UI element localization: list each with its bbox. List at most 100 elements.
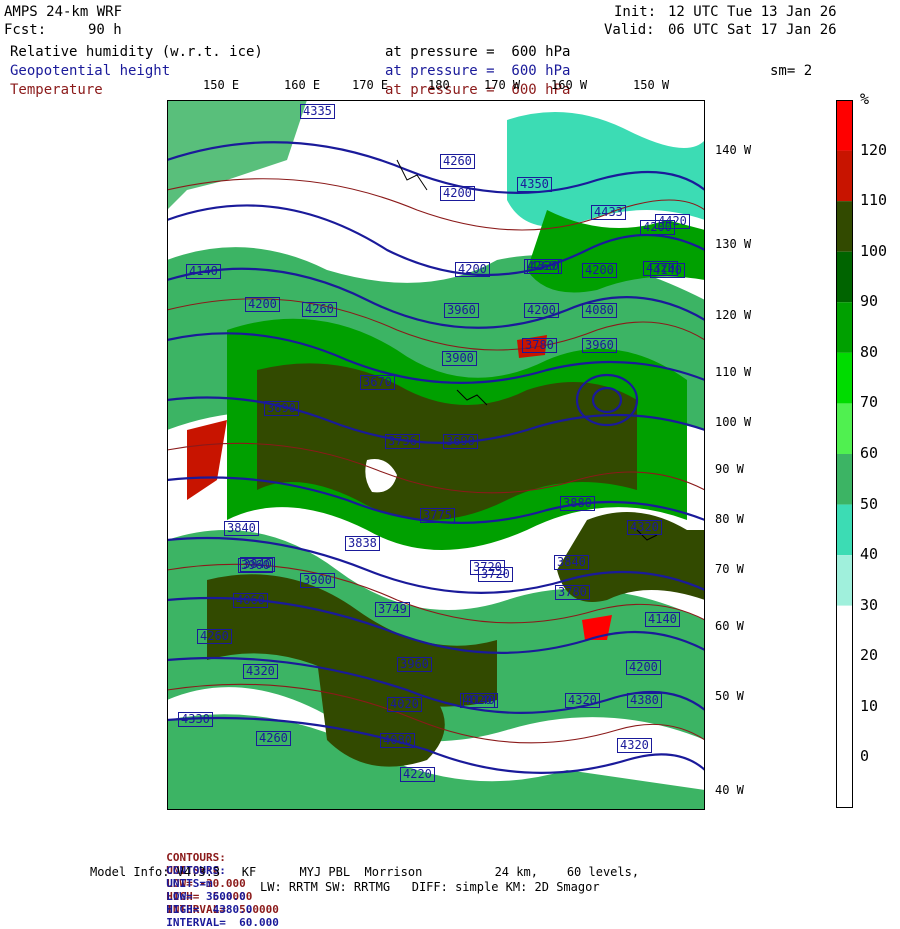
lon-label-50w: 50 W [715,689,744,703]
colorbar [836,100,853,808]
height-contour-label: 4200 [440,186,475,201]
height-contour-label: 4380 [627,693,662,708]
height-contour-label: 4140 [186,264,221,279]
colorbar-cell [836,201,853,252]
height-contour-high: HIGH= 4380.0 [166,903,253,916]
colorbar-cell [836,454,853,505]
height-contour-label: 4200 [455,262,490,277]
colorbar-tick-label: 30 [860,595,879,614]
lon-label-100w: 100 W [715,415,752,429]
height-contour-label: 4080 [582,303,617,318]
height-contour-label: 3960 [397,657,432,672]
colorbar-tick-label: 70 [860,393,879,412]
height-contour-label: 4200 [582,263,617,278]
height-contour-label: 4260 [302,302,337,317]
lon-label-160e: 160 E [284,78,321,92]
colorbar-cell [836,150,853,202]
colorbar-cell [836,504,853,556]
height-contour-label: 3960 [238,558,273,573]
forecast-label: Fcst: [4,22,47,38]
height-contour-label: 3840 [224,521,259,536]
colorbar-tick-label: 50 [860,494,879,513]
lon-label-110w: 110 W [715,365,752,379]
height-contour-label: 4200 [245,297,280,312]
height-contour-label: 3780 [522,338,557,353]
height-contour-label: 4220 [400,767,435,782]
height-contour-label: 4140 [645,612,680,627]
field-height-name: Geopotential height [10,63,171,79]
height-contour-label: 4330 [178,712,213,727]
height-contour-label: 3840 [554,555,589,570]
height-contour-label: 4335 [300,104,335,119]
lon-label-180: 180 [428,78,450,92]
height-contour-label: 3775 [420,508,455,523]
height-contour-label: 3736 [385,434,420,449]
height-contour-label: 4260 [524,259,559,274]
height-contour-label: 3780 [555,585,590,600]
height-contour-label: 3720 [478,567,513,582]
colorbar-cell [836,251,853,303]
model-info-line-2: LW: RRTM SW: RRTMG DIFF: simple KM: 2D S… [260,880,600,894]
height-contour-label: 4260 [440,154,475,169]
lon-label-170e: 170 E [352,78,389,92]
lon-label-170w: 170 W [484,78,521,92]
lon-label-70w: 70 W [715,562,744,576]
colorbar-tick-label: 40 [860,545,879,564]
height-contour-label: 4200 [524,303,559,318]
colorbar-tick-label: 100 [860,241,888,260]
lon-label-130w: 130 W [715,237,752,251]
height-contour-label: 4140 [463,693,498,708]
lon-label-60w: 60 W [715,619,744,633]
height-contour-label: 3749 [375,602,410,617]
height-contour-label: 3880 [560,496,595,511]
smoothing-label: sm= 2 [770,63,813,79]
colorbar-tick-label: 80 [860,342,879,361]
height-contour-label: 3960 [582,338,617,353]
height-contour-label: 4350 [517,177,552,192]
height-contour-label: 3690 [443,434,478,449]
height-contour-label: 3900 [442,351,477,366]
field-height-pressure: at pressure = 600 hPa [385,63,571,79]
field-rh-name: Relative humidity (w.r.t. ice) [10,44,263,60]
height-contour-label: 4200 [640,220,675,235]
colorbar-tick-label: 10 [860,696,879,715]
lon-label-120w: 120 W [715,308,752,322]
height-contour-label: 3960 [444,303,479,318]
colorbar-cell [836,352,853,404]
lon-label-150w: 150 W [633,78,670,92]
lon-label-90w: 90 W [715,462,744,476]
field-rh-pressure: at pressure = 600 hPa [385,44,571,60]
height-contour-label: 4320 [565,693,600,708]
forecast-value: 90 h [88,22,122,38]
lon-label-160w: 160 W [551,78,588,92]
colorbar-cell [836,656,853,707]
height-contour-label: 4020 [387,697,422,712]
height-contour-interval: INTERVAL= 60.000 [166,916,279,929]
lon-label-40w: 40 W [715,783,744,797]
colorbar-cell [836,302,853,353]
height-contour-label: 3900 [300,573,335,588]
model-info-line-1: Model Info: V4.3.3 KF MYJ PBL Morrison 2… [90,865,640,879]
colorbar-tick-label: 20 [860,646,879,665]
height-contour-label: 4433 [591,205,626,220]
colorbar-unit: % [860,90,870,108]
colorbar-tick-label: 120 [860,140,888,159]
colorbar-tick-label: 60 [860,444,879,462]
height-contour-label: 4260 [256,731,291,746]
height-contour-low: LOW= 3600.0 [166,890,246,903]
height-contour-label: 3838 [345,536,380,551]
field-temp-name: Temperature [10,82,103,98]
colorbar-cell [836,100,853,151]
valid-value: 06 UTC Sat 17 Jan 26 [668,22,837,38]
height-contour-label: 3670 [360,375,395,390]
model-title: AMPS 24-km WRF [4,4,123,20]
height-contour-label: 4060 [233,593,268,608]
colorbar-cell [836,403,853,454]
height-contour-label: 3690 [264,401,299,416]
height-contour-label: 4320 [243,664,278,679]
colorbar-cell [836,706,853,758]
colorbar-tick-label: 0 [860,747,870,766]
field-temp-pressure: at pressure = 600 hPa [385,82,571,98]
height-contour-label: 4140 [650,263,685,278]
height-contour-label: 4320 [617,738,652,753]
